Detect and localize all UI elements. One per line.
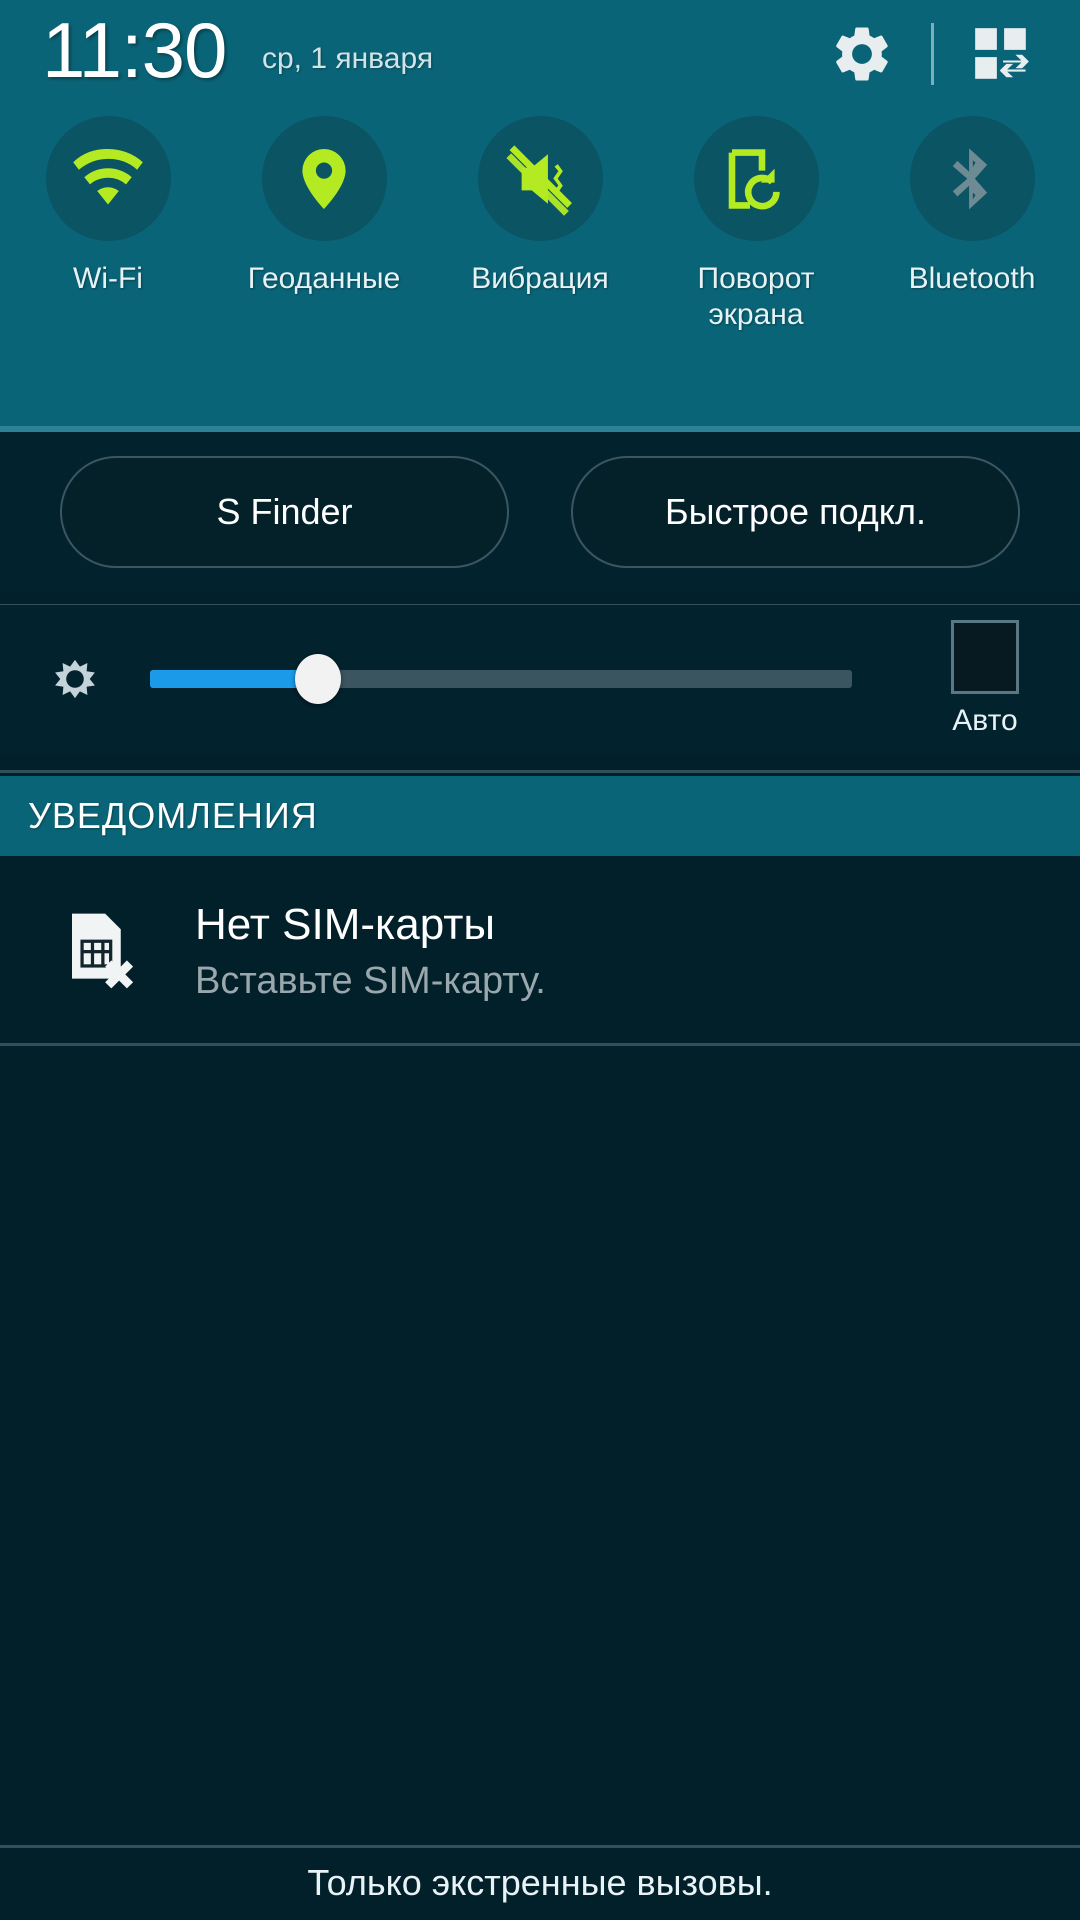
notification-subtitle: Вставьте SIM-карту. xyxy=(195,960,546,1002)
toggle-wifi-label: Wi-Fi xyxy=(73,262,143,295)
toggle-vibration-circle xyxy=(477,116,603,241)
quick-settings-grid-icon xyxy=(975,28,1029,79)
s-finder-button[interactable]: S Finder xyxy=(60,456,509,568)
date-label: ср, 1 января xyxy=(262,42,434,75)
header-divider xyxy=(931,23,934,85)
toggle-location[interactable]: Геоданные xyxy=(216,116,432,333)
wifi-icon xyxy=(73,148,143,204)
quick-action-row: S Finder Быстрое подкл. xyxy=(0,432,1080,592)
bluetooth-icon xyxy=(952,147,988,209)
divider-below-notification xyxy=(0,1043,1080,1046)
toggle-wifi-circle xyxy=(45,116,171,241)
toggle-location-label: Геоданные xyxy=(247,262,401,295)
toggle-wifi[interactable]: Wi-Fi xyxy=(0,116,216,333)
brightness-slider-track[interactable] xyxy=(150,654,852,704)
brightness-row: Авто xyxy=(0,605,1080,753)
sim-card-missing-icon xyxy=(71,913,133,989)
toggle-screen-rotation-label: Поворот экрана xyxy=(697,262,815,331)
toggle-screen-rotation[interactable]: Поворот экрана xyxy=(648,116,864,333)
divider-below-brightness xyxy=(0,770,1080,773)
location-pin-icon xyxy=(302,148,346,209)
header-icon-group xyxy=(819,14,1042,94)
auto-brightness-label: Авто xyxy=(952,704,1018,737)
settings-button[interactable] xyxy=(819,14,905,94)
toggle-bluetooth[interactable]: Bluetooth xyxy=(864,116,1080,333)
notification-text-block: Нет SIM-карты Вставьте SIM-карту. xyxy=(195,898,546,1004)
notification-icon-wrap xyxy=(0,908,195,994)
status-header: 11:30 ср, 1 января xyxy=(0,0,1080,110)
quick-settings-toggle-button[interactable] xyxy=(960,14,1042,94)
brightness-slider-thumb[interactable] xyxy=(295,654,342,704)
vibrate-mute-icon xyxy=(506,144,572,216)
toggle-bluetooth-label: Bluetooth xyxy=(908,262,1036,295)
brightness-icon-wrap xyxy=(0,648,150,710)
toggle-vibration-label: Вибрация xyxy=(471,262,609,295)
auto-brightness-checkbox[interactable] xyxy=(951,620,1019,694)
footer-bar: Только экстренные вызовы. xyxy=(0,1846,1080,1920)
quick-connect-button[interactable]: Быстрое подкл. xyxy=(571,456,1020,568)
auto-brightness-control[interactable]: Авто xyxy=(890,605,1080,753)
screen-rotation-icon xyxy=(728,148,780,209)
toggle-vibration[interactable]: Вибрация xyxy=(432,116,648,333)
clock: 11:30 xyxy=(42,6,227,94)
emergency-calls-label: Только экстренные вызовы. xyxy=(307,1862,773,1903)
notification-title: Нет SIM-карты xyxy=(195,900,496,949)
notification-shade: 11:30 ср, 1 января Wi-Fi Геоданные Вибра… xyxy=(0,0,1080,1920)
toggle-location-circle xyxy=(261,116,387,241)
gear-icon xyxy=(836,27,888,81)
brightness-slider-fill xyxy=(150,670,319,688)
brightness-slider[interactable] xyxy=(150,605,890,753)
quick-toggle-row: Wi-Fi Геоданные Вибрация Поворот экрана … xyxy=(0,116,1080,333)
notifications-section-header: УВЕДОМЛЕНИЯ xyxy=(0,776,1080,856)
notification-item[interactable]: Нет SIM-карты Вставьте SIM-карту. xyxy=(0,860,1080,1042)
notifications-section-title: УВЕДОМЛЕНИЯ xyxy=(28,795,318,836)
brightness-gear-icon xyxy=(55,659,95,699)
toggle-screen-rotation-circle xyxy=(693,116,819,241)
toggle-bluetooth-circle xyxy=(909,116,1035,241)
